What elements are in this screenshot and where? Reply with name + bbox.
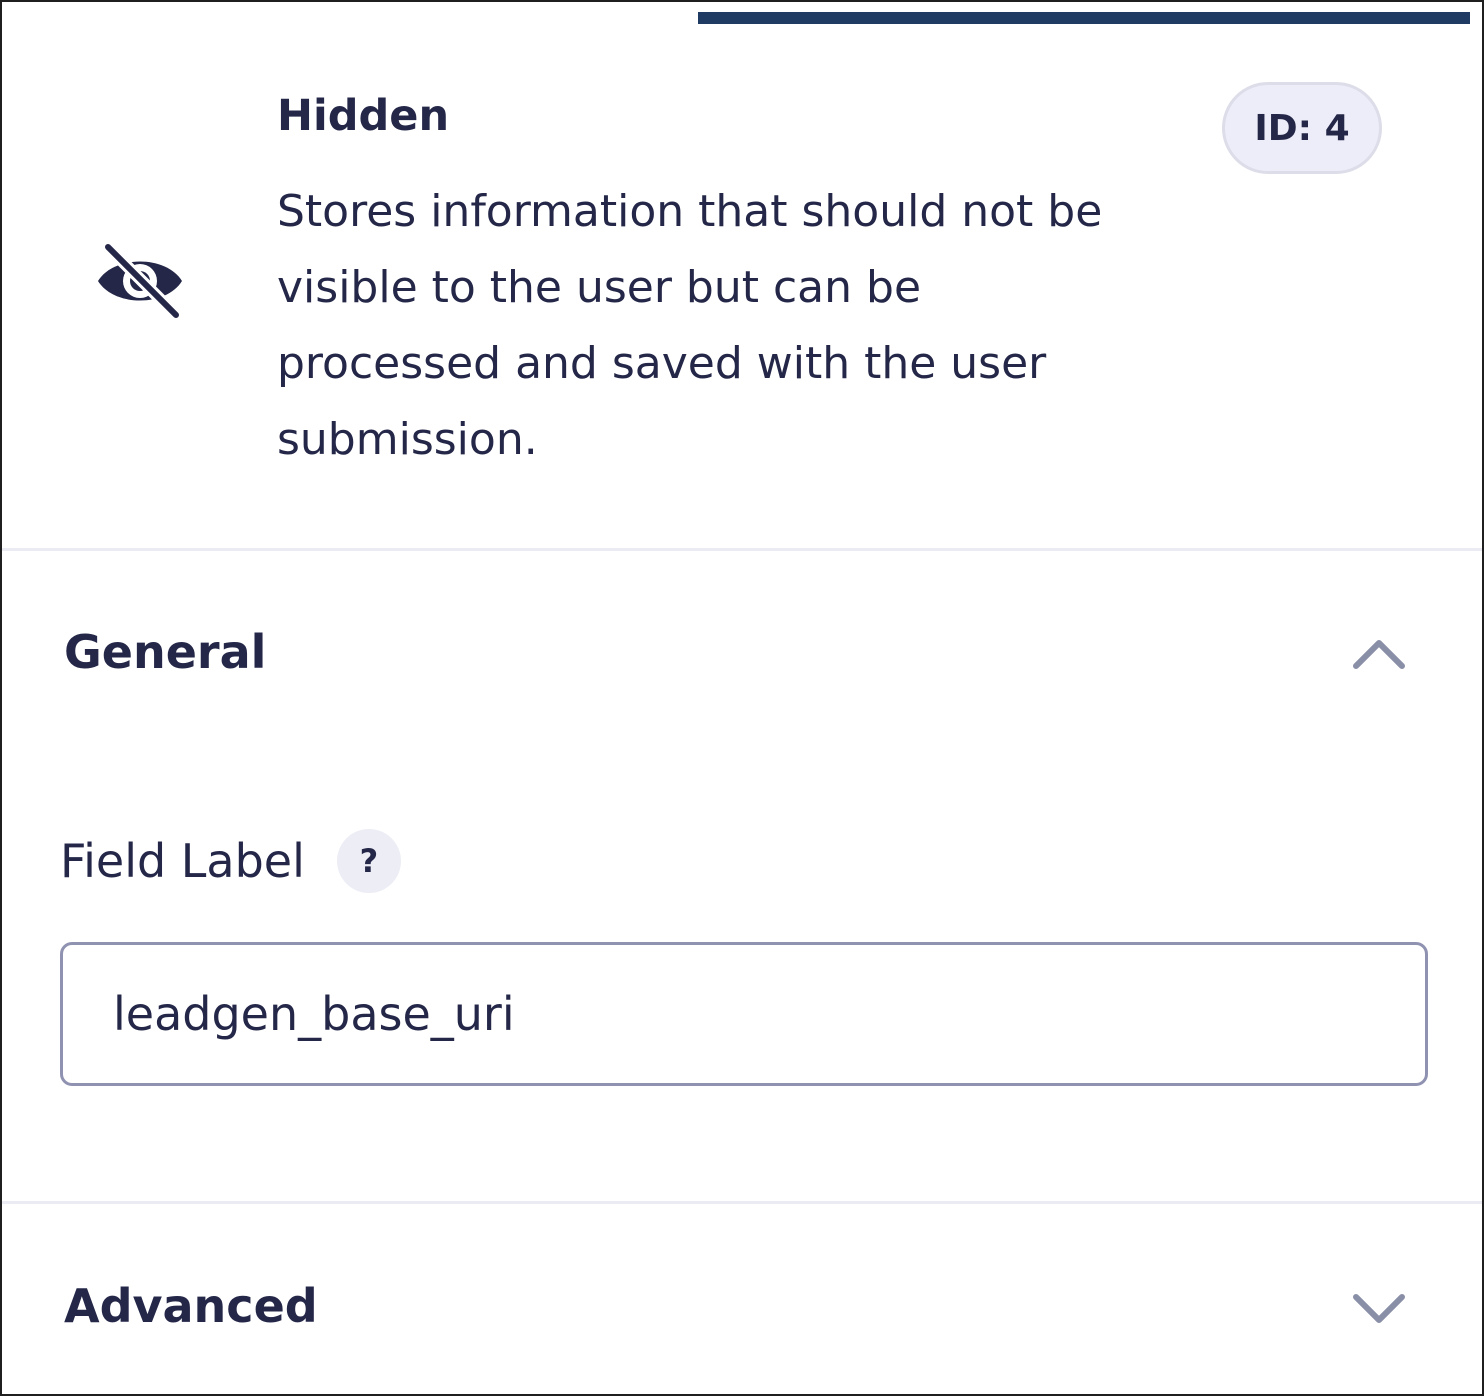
general-section-title: General: [64, 625, 267, 679]
field-type-title: Hidden: [277, 91, 450, 141]
section-divider: [2, 1201, 1482, 1204]
field-description: Stores information that should not be vi…: [277, 186, 1103, 465]
field-settings-panel: Hidden Stores information that should no…: [0, 0, 1484, 1396]
general-section-toggle[interactable]: General: [2, 598, 1482, 708]
eye-slash-icon: [94, 242, 186, 320]
advanced-section-title: Advanced: [64, 1279, 318, 1333]
field-label-label: Field Label: [60, 834, 305, 888]
chevron-up-icon[interactable]: [1350, 634, 1408, 674]
chevron-down-icon[interactable]: [1350, 1288, 1408, 1328]
field-label-row: Field Label ?: [60, 826, 401, 896]
section-divider: [2, 548, 1482, 551]
help-tooltip-button[interactable]: ?: [336, 829, 401, 893]
field-id-badge: ID: 4: [1222, 82, 1382, 174]
field-header: Hidden Stores information that should no…: [2, 2, 1482, 548]
advanced-section-toggle[interactable]: Advanced: [2, 1252, 1482, 1362]
field-label-input[interactable]: [60, 942, 1428, 1086]
